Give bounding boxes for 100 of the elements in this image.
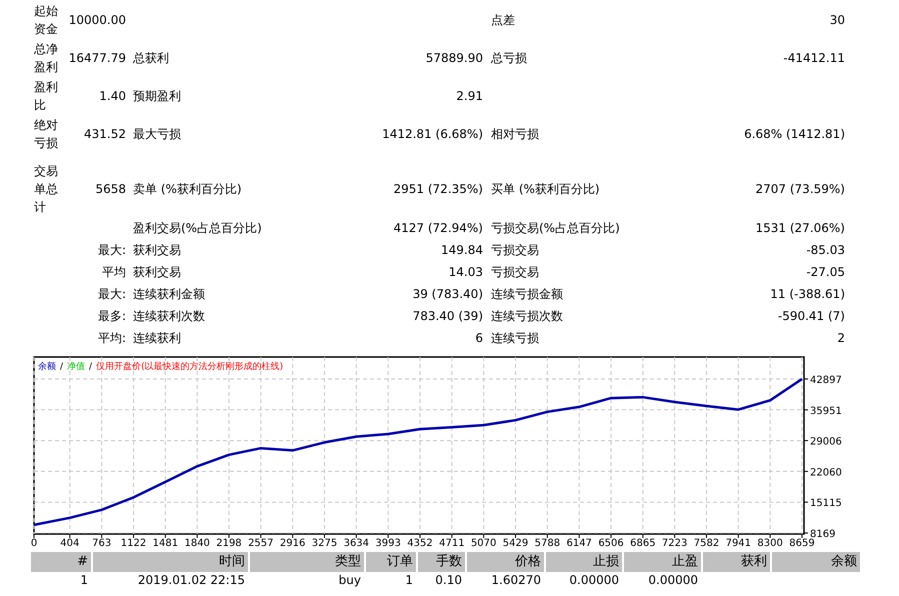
stat-value: 16477.79 [68,51,126,65]
x-tick-label: 1481 [152,538,178,549]
stat-label: 相对亏损 [491,127,539,141]
x-tick-label: 404 [60,538,80,549]
stat-value: -590.41 (7) [778,309,845,323]
stat-label: 连续亏损次数 [491,309,563,323]
stat-value: 10000.00 [68,13,126,27]
stat-value: -27.05 [806,265,845,279]
x-tick-label: 4711 [439,538,465,549]
stat-label: 亏损交易 [491,243,539,257]
x-tick-label: 763 [92,538,112,549]
stat-value: 最多: [98,309,126,323]
stat-value: 6 [475,331,483,345]
stat-value: 783.40 (39) [412,309,483,323]
legend-separator: / [60,362,64,372]
stat-label: 最大亏损 [133,127,181,141]
column-header: 获利 [703,552,770,572]
stat-label: 买单 (%获利百分比) [491,182,600,196]
stat-value: 1.40 [99,89,126,103]
stat-value: 2707 (73.59%) [756,182,845,196]
legend-separator: / [89,362,92,372]
stat-label: 总获利 [133,51,169,65]
column-header: 止盈 [624,552,701,572]
stat-label: 起始资金 [34,4,58,36]
table-cell: 1 [405,573,413,587]
legend-item: 仅用开盘价(以最快速的方法分析刚形成的柱线) [96,362,284,372]
x-tick-label: 7582 [694,538,720,549]
table-cell: 0.00000 [648,573,698,587]
y-tick-label: 15115 [810,498,842,510]
legend-item: 净值 [67,362,86,372]
x-tick-label: 3634 [344,538,370,549]
x-tick-label: 3993 [375,538,401,549]
stat-label: 盈利交易(%占总百分比) [133,221,262,235]
stat-value: 2 [837,331,845,345]
y-tick-label: 29006 [810,436,842,448]
x-tick-label: 1122 [120,538,146,549]
stat-value: 5658 [95,182,126,196]
stat-label: 连续获利次数 [133,309,205,323]
stat-value: 4127 (72.94%) [394,221,483,235]
stat-label: 连续亏损金额 [491,287,563,301]
stat-value: 431.52 [84,127,126,141]
stat-value: 1531 (27.06%) [756,221,845,235]
table-cell: 2019.01.02 22:15 [138,573,245,587]
stat-value: 57889.90 [426,51,483,65]
x-tick-label: 5788 [534,538,560,549]
x-tick-label: 6506 [598,538,624,549]
stat-value: 6.68% (1412.81) [744,127,845,141]
stat-value: 1412.81 (6.68%) [382,127,483,141]
stat-value: -41412.11 [783,51,845,65]
x-tick-label: 6147 [566,538,592,549]
x-tick-label: 5070 [470,538,496,549]
table-cell: 1 [80,573,88,587]
stat-value: 11 (-388.61) [770,287,845,301]
stat-label: 总净盈利 [34,42,58,74]
x-tick-label: 2198 [216,538,242,549]
x-tick-label: 7223 [662,538,688,549]
y-tick-label: 35951 [810,406,842,417]
column-header: 止损 [546,552,622,572]
stat-value: 2951 (72.35%) [394,182,483,196]
stat-value: 平均 [102,265,126,279]
x-tick-label: 8300 [757,538,783,549]
table-cell: 0.00000 [569,573,619,587]
stat-label: 绝对亏损 [34,118,58,150]
stat-value: 39 (783.40) [412,287,483,301]
stat-label: 连续获利金额 [133,287,205,301]
x-tick-label: 3275 [312,538,338,549]
x-tick-label: 7941 [726,538,752,549]
stat-label: 总亏损 [491,51,527,65]
column-header: 订单 [366,552,416,572]
x-tick-label: 1840 [184,538,210,549]
table-cell: buy [338,573,361,587]
table-cell: 0.10 [435,573,462,587]
column-header: 余额 [772,552,860,572]
stat-label: 交易单总计 [34,164,58,214]
stat-label: 连续获利 [133,331,181,345]
y-tick-label: 22060 [810,467,842,478]
stat-value: 最大: [98,287,126,301]
stat-label: 卖单 (%获利百分比) [133,182,242,196]
stat-label: 点差 [491,13,515,27]
stat-label: 预期盈利 [133,89,181,103]
column-header: 类型 [250,552,364,572]
legend-item: 余额 [38,362,56,372]
y-tick-label: 42897 [810,375,842,386]
column-header: 时间 [93,552,248,572]
stat-label: 盈利比 [34,80,58,112]
stat-label: 获利交易 [133,243,181,257]
x-tick-label: 4352 [407,538,433,549]
stat-label: 亏损交易 [491,265,539,279]
x-tick-label: 6865 [630,538,656,549]
x-tick-label: 8659 [789,538,815,549]
stat-value: 平均: [98,331,126,345]
column-header: 价格 [467,552,544,572]
stat-label: 获利交易 [133,265,181,279]
y-tick-label: 8169 [810,529,836,540]
table-cell: 1.60270 [491,573,541,587]
x-tick-label: 0 [30,538,38,549]
x-tick-label: 2916 [280,538,306,549]
stat-label: 亏损交易(%占总百分比) [491,221,620,235]
stat-value: 30 [830,13,845,27]
column-header: # [31,552,91,572]
